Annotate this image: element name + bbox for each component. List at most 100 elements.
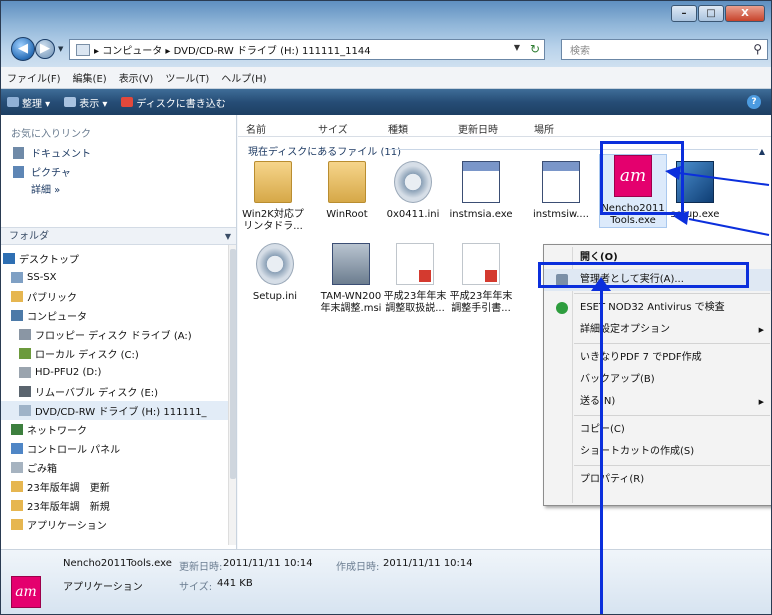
toolbar-item-label: ディスクに書き込む	[136, 98, 226, 110]
folder-tree-scrollbar[interactable]	[228, 245, 236, 545]
details-file-type: アプリケーション	[63, 582, 143, 593]
removable-disk-icon	[19, 386, 31, 397]
folder-tree-item[interactable]: ネットワーク	[1, 420, 229, 439]
folder-tree-item-label: パブリック	[27, 293, 77, 304]
folder-tree-item[interactable]: HD-PFU2 (D:)	[1, 363, 229, 382]
folder-tree-item[interactable]: 23年版年調 新規	[1, 496, 229, 515]
column-header[interactable]: 名前	[246, 121, 266, 136]
menu-item[interactable]: ツール(T)	[165, 70, 209, 85]
folder-tree-item[interactable]: コンピュータ	[1, 306, 229, 325]
scrollbar-thumb[interactable]	[230, 249, 236, 479]
recycle-bin-icon	[11, 462, 23, 473]
context-menu-item[interactable]: コピー(C)	[544, 419, 771, 441]
folder-tree-item[interactable]: 23年版年調 更新	[1, 477, 229, 496]
details-created-label: 作成日時:	[336, 562, 380, 573]
menu-item[interactable]: ヘルプ(H)	[221, 70, 266, 85]
folder-tree-item[interactable]: パブリック	[1, 287, 229, 306]
folder-tree-item[interactable]: リムーバブル ディスク (E:)	[1, 382, 229, 401]
favorites-heading: お気に入りリンク	[11, 129, 91, 140]
toolbar-item[interactable]: 整理 ▾	[7, 95, 50, 110]
folder-tree-item-label: ローカル ディスク (C:)	[35, 350, 139, 361]
column-header[interactable]: 種類	[388, 121, 408, 136]
context-menu-item[interactable]: ショートカットの作成(S)	[544, 441, 771, 463]
context-menu-separator	[574, 293, 770, 294]
folder-tree-item[interactable]: DVD/CD-RW ドライブ (H:) 111111_	[1, 401, 229, 420]
history-dropdown-icon[interactable]: ▼	[58, 45, 63, 53]
installer-icon	[542, 161, 580, 203]
file-item-label: 平成23年年末調整取扱説...	[383, 291, 447, 314]
burn-icon	[121, 97, 134, 107]
back-button[interactable]: ◀	[11, 37, 35, 61]
folder-icon	[254, 161, 292, 203]
pdf-icon	[396, 243, 434, 285]
context-menu-item[interactable]: いきなりPDF 7 でPDF作成	[544, 347, 771, 369]
address-dropdown-icon[interactable]: ▼	[514, 43, 520, 52]
settings-file-icon	[256, 243, 294, 285]
column-header[interactable]: 更新日時	[458, 121, 498, 136]
file-item-label: 平成23年年末調整手引書...	[449, 291, 513, 314]
folder-tree-item[interactable]: フロッピー ディスク ドライブ (A:)	[1, 325, 229, 344]
column-header[interactable]: サイズ	[318, 121, 348, 136]
user-folder-icon	[11, 272, 23, 283]
search-icon[interactable]: ⚲	[753, 42, 762, 56]
close-button[interactable]: X	[725, 5, 765, 22]
file-item[interactable]: 平成23年年末調整手引書...	[448, 243, 514, 315]
folder-tree-item[interactable]: コントロール パネル	[1, 439, 229, 458]
maximize-button[interactable]: □	[698, 5, 724, 22]
context-menu-separator	[574, 465, 770, 466]
file-item[interactable]: instmsia.exe	[448, 161, 514, 221]
file-item-label: TAM-WN200年末調整.msi	[320, 291, 382, 314]
folder-tree-item-label: DVD/CD-RW ドライブ (H:) 111111_	[35, 407, 207, 418]
menu-item[interactable]: 編集(E)	[73, 70, 107, 85]
file-item-label: Setup.ini	[252, 291, 298, 302]
tam-app-icon: am	[11, 576, 41, 608]
toolbar-item-label: 整理 ▾	[22, 98, 51, 110]
folder-icon	[11, 481, 23, 492]
context-menu-item[interactable]: 送る(N) ▶	[544, 391, 771, 413]
context-menu-item[interactable]: バックアップ(B)	[544, 369, 771, 391]
group-divider	[388, 149, 758, 150]
context-menu-item[interactable]: ESET NOD32 Antivirus で検査	[544, 297, 771, 319]
favorite-link-label: ピクチャ	[31, 168, 71, 179]
folder-tree-item[interactable]: デスクトップ	[1, 249, 229, 268]
forward-button[interactable]: ▶	[35, 39, 55, 59]
collapse-icon[interactable]: ▲	[759, 147, 765, 156]
toolbar-item[interactable]: ディスクに書き込む	[121, 95, 226, 110]
documents-icon	[13, 146, 24, 159]
file-item[interactable]: Win2K対応プリンタドラ...	[240, 161, 306, 233]
details-link[interactable]: 詳細 »	[1, 181, 236, 203]
folder-tree-item[interactable]: ごみ箱	[1, 458, 229, 477]
folder-tree-item[interactable]: ローカル ディスク (C:)	[1, 344, 229, 363]
search-box[interactable]: 検索 ⚲	[561, 39, 768, 60]
details-modified-value: 2011/11/11 10:14	[223, 558, 313, 569]
file-item[interactable]: Setup.ini	[242, 243, 308, 303]
file-item[interactable]: 0x0411.ini	[380, 161, 446, 221]
menu-item[interactable]: ファイル(F)	[7, 70, 61, 85]
window-controls: – □ X	[670, 5, 765, 22]
folders-heading[interactable]: フォルダ ▼	[1, 227, 236, 245]
favorite-link[interactable]: ドキュメント	[1, 143, 236, 162]
file-item[interactable]: 平成23年年末調整取扱説...	[382, 243, 448, 315]
context-menu-item-label: 送る(N)	[580, 396, 616, 407]
address-bar[interactable]: ▸ コンピュータ ▸ DVD/CD-RW ドライブ (H:) 111111_11…	[69, 39, 545, 60]
favorite-link[interactable]: ピクチャ	[1, 162, 236, 181]
file-item[interactable]: instmsiw....	[528, 161, 594, 221]
help-icon[interactable]: ?	[747, 95, 761, 109]
context-menu-item-label: バックアップ(B)	[580, 374, 655, 385]
context-menu-item[interactable]: 詳細設定オプション ▶	[544, 319, 771, 341]
floppy-icon	[19, 329, 31, 340]
minimize-button[interactable]: –	[671, 5, 697, 22]
file-item[interactable]: TAM-WN200年末調整.msi	[318, 243, 384, 315]
group-header[interactable]: 現在ディスクにあるファイル (11)	[248, 143, 401, 158]
refresh-icon[interactable]: ↻	[530, 42, 540, 56]
context-menu-item[interactable]: プロパティ(R)	[544, 469, 771, 491]
installer-icon	[462, 161, 500, 203]
computer-icon	[76, 43, 90, 56]
toolbar-item[interactable]: 表示 ▾	[64, 95, 107, 110]
column-header[interactable]: 場所	[534, 121, 554, 136]
folder-tree-item-label: コントロール パネル	[27, 445, 121, 456]
file-item[interactable]: WinRoot	[314, 161, 380, 221]
folder-tree-item[interactable]: アプリケーション	[1, 515, 229, 534]
folder-tree-item[interactable]: SS-SX	[1, 268, 229, 287]
menu-item[interactable]: 表示(V)	[119, 70, 154, 85]
